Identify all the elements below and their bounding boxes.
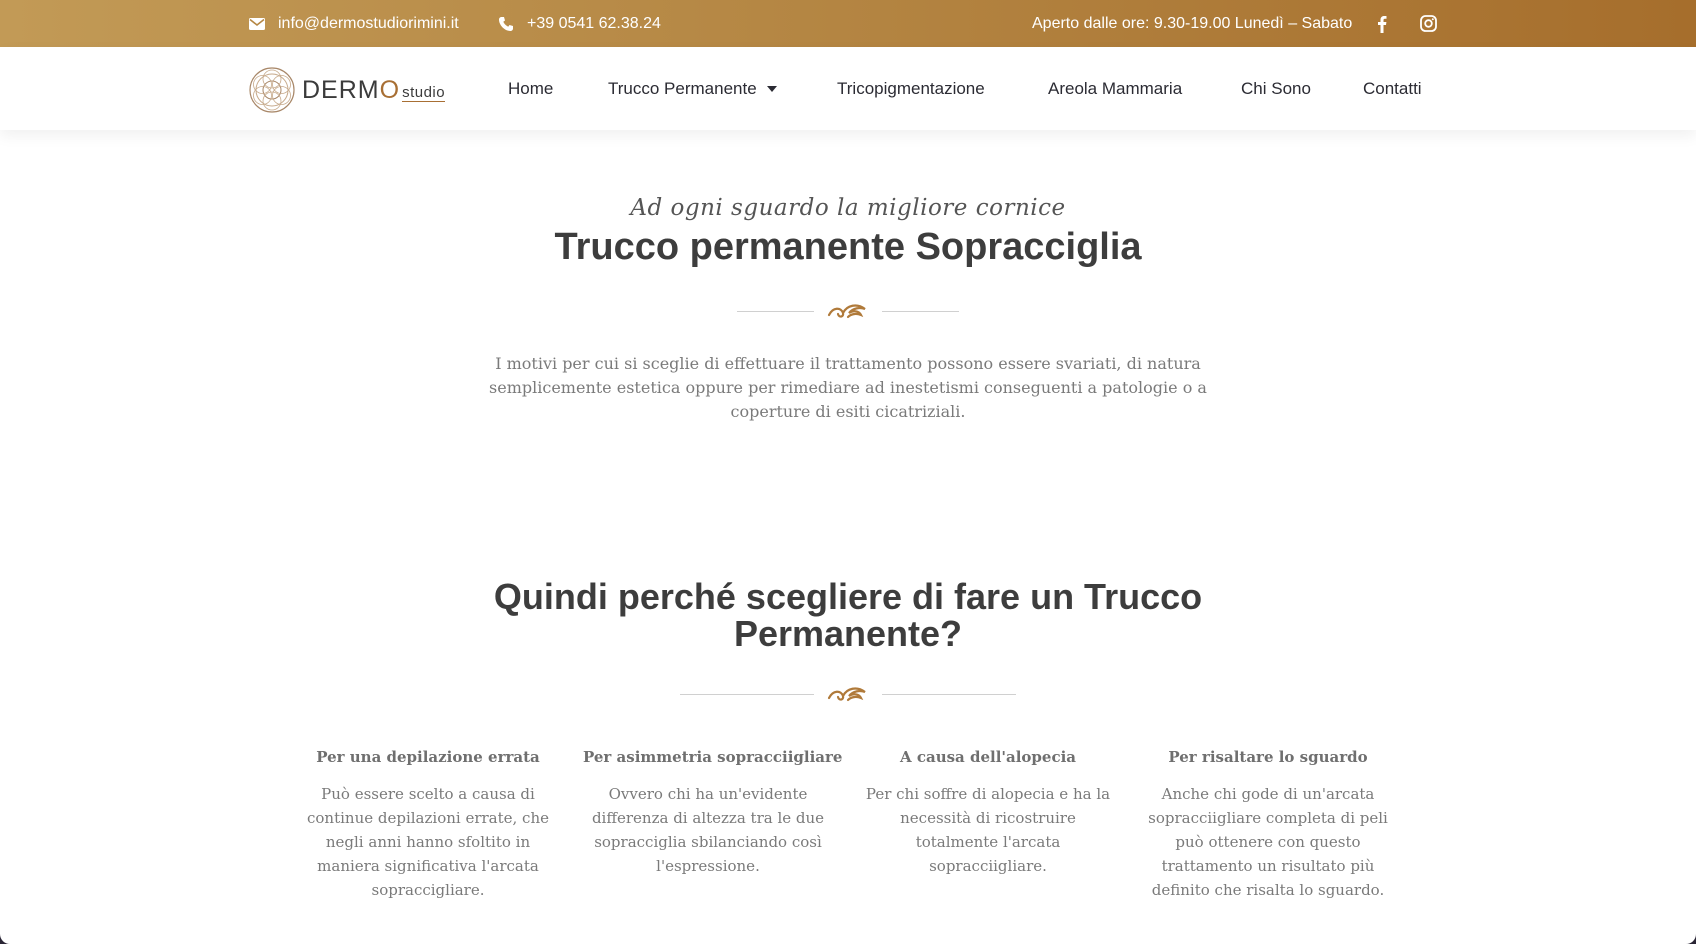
facebook-link[interactable]	[1373, 0, 1391, 47]
instagram-icon	[1419, 15, 1437, 33]
email-text: info@dermostudiorimini.it	[278, 14, 459, 32]
nav-trucco-label: Trucco Permanente	[608, 78, 757, 98]
reason-text: Per chi soffre di alopecia e ha la neces…	[865, 785, 1111, 875]
nav-contatti[interactable]: Contatti	[1363, 47, 1422, 130]
swirl-ornament-icon	[827, 687, 866, 702]
reason-card: Per asimmetria sopracciigliare Ovvero ch…	[583, 748, 843, 878]
top-bar: info@dermostudiorimini.it +39 0541 62.38…	[0, 0, 1696, 47]
reason-title: Per asimmetria sopracciigliare	[583, 748, 843, 766]
nav-areola-mammaria[interactable]: Areola Mammaria	[1048, 47, 1182, 130]
chevron-down-icon	[766, 85, 777, 92]
reason-text: Può essere scelto a causa di continue de…	[307, 785, 549, 899]
nav-tricopigmentazione[interactable]: Tricopigmentazione	[837, 47, 985, 130]
reason-title: A causa dell'alopecia	[899, 748, 1077, 766]
logo-studio-text: studio	[402, 84, 446, 102]
email-link[interactable]: info@dermostudiorimini.it	[248, 0, 459, 47]
hero-tagline: Ad ogni sguardo la migliore cornice	[630, 195, 1066, 221]
section-title-line-2: Permanente?	[733, 613, 963, 654]
ornament-divider	[680, 684, 1016, 704]
site-header: DERMO studio Home Trucco Permanente Tric…	[0, 47, 1696, 130]
logo-mandala-icon	[249, 67, 295, 113]
reason-card: Per risaltare lo sguardo Anche chi gode …	[1143, 748, 1393, 902]
nav-chi-sono[interactable]: Chi Sono	[1241, 47, 1311, 130]
reason-card: Per una depilazione errata Può essere sc…	[303, 748, 553, 902]
nav-trucco-permanente[interactable]: Trucco Permanente	[608, 47, 777, 130]
opening-hours-text: Aperto dalle ore: 9.30-19.00 Lunedì – Sa…	[1032, 14, 1353, 32]
section-title: Quindi perché scegliere di fare un Trucc…	[448, 578, 1248, 652]
divider-line-left	[680, 694, 814, 695]
page: info@dermostudiorimini.it +39 0541 62.38…	[0, 0, 1696, 944]
section-title-line-1: Quindi perché scegliere di fare un Trucc…	[493, 576, 1203, 617]
instagram-link[interactable]	[1419, 0, 1437, 47]
logo-wordmark: DERMO	[302, 75, 401, 104]
divider-line-left	[737, 311, 814, 312]
phone-link[interactable]: +39 0541 62.38.24	[497, 0, 661, 47]
reason-text: Anche chi gode di un'arcata sopracciigli…	[1148, 785, 1388, 899]
page-title: Trucco permanente Sopracciglia	[554, 226, 1142, 268]
divider-line-right	[882, 311, 959, 312]
nav-home[interactable]: Home	[508, 47, 553, 130]
reason-title: Per risaltare lo sguardo	[1168, 748, 1368, 766]
swirl-ornament-icon	[827, 304, 866, 319]
phone-icon	[497, 15, 515, 33]
envelope-icon	[248, 15, 266, 33]
phone-text: +39 0541 62.38.24	[527, 14, 661, 32]
reason-card: A causa dell'alopecia Per chi soffre di …	[863, 748, 1113, 878]
reason-text: Ovvero chi ha un'evidente differenza di …	[591, 785, 825, 875]
opening-hours: Aperto dalle ore: 9.30-19.00 Lunedì – Sa…	[1032, 0, 1352, 47]
site-logo[interactable]: DERMO studio	[248, 65, 488, 115]
intro-paragraph: I motivi per cui si sceglie di effettuar…	[489, 354, 1207, 421]
facebook-icon	[1373, 15, 1391, 33]
reason-title: Per una depilazione errata	[316, 748, 540, 766]
divider-line-right	[882, 694, 1016, 695]
ornament-divider	[737, 301, 959, 321]
